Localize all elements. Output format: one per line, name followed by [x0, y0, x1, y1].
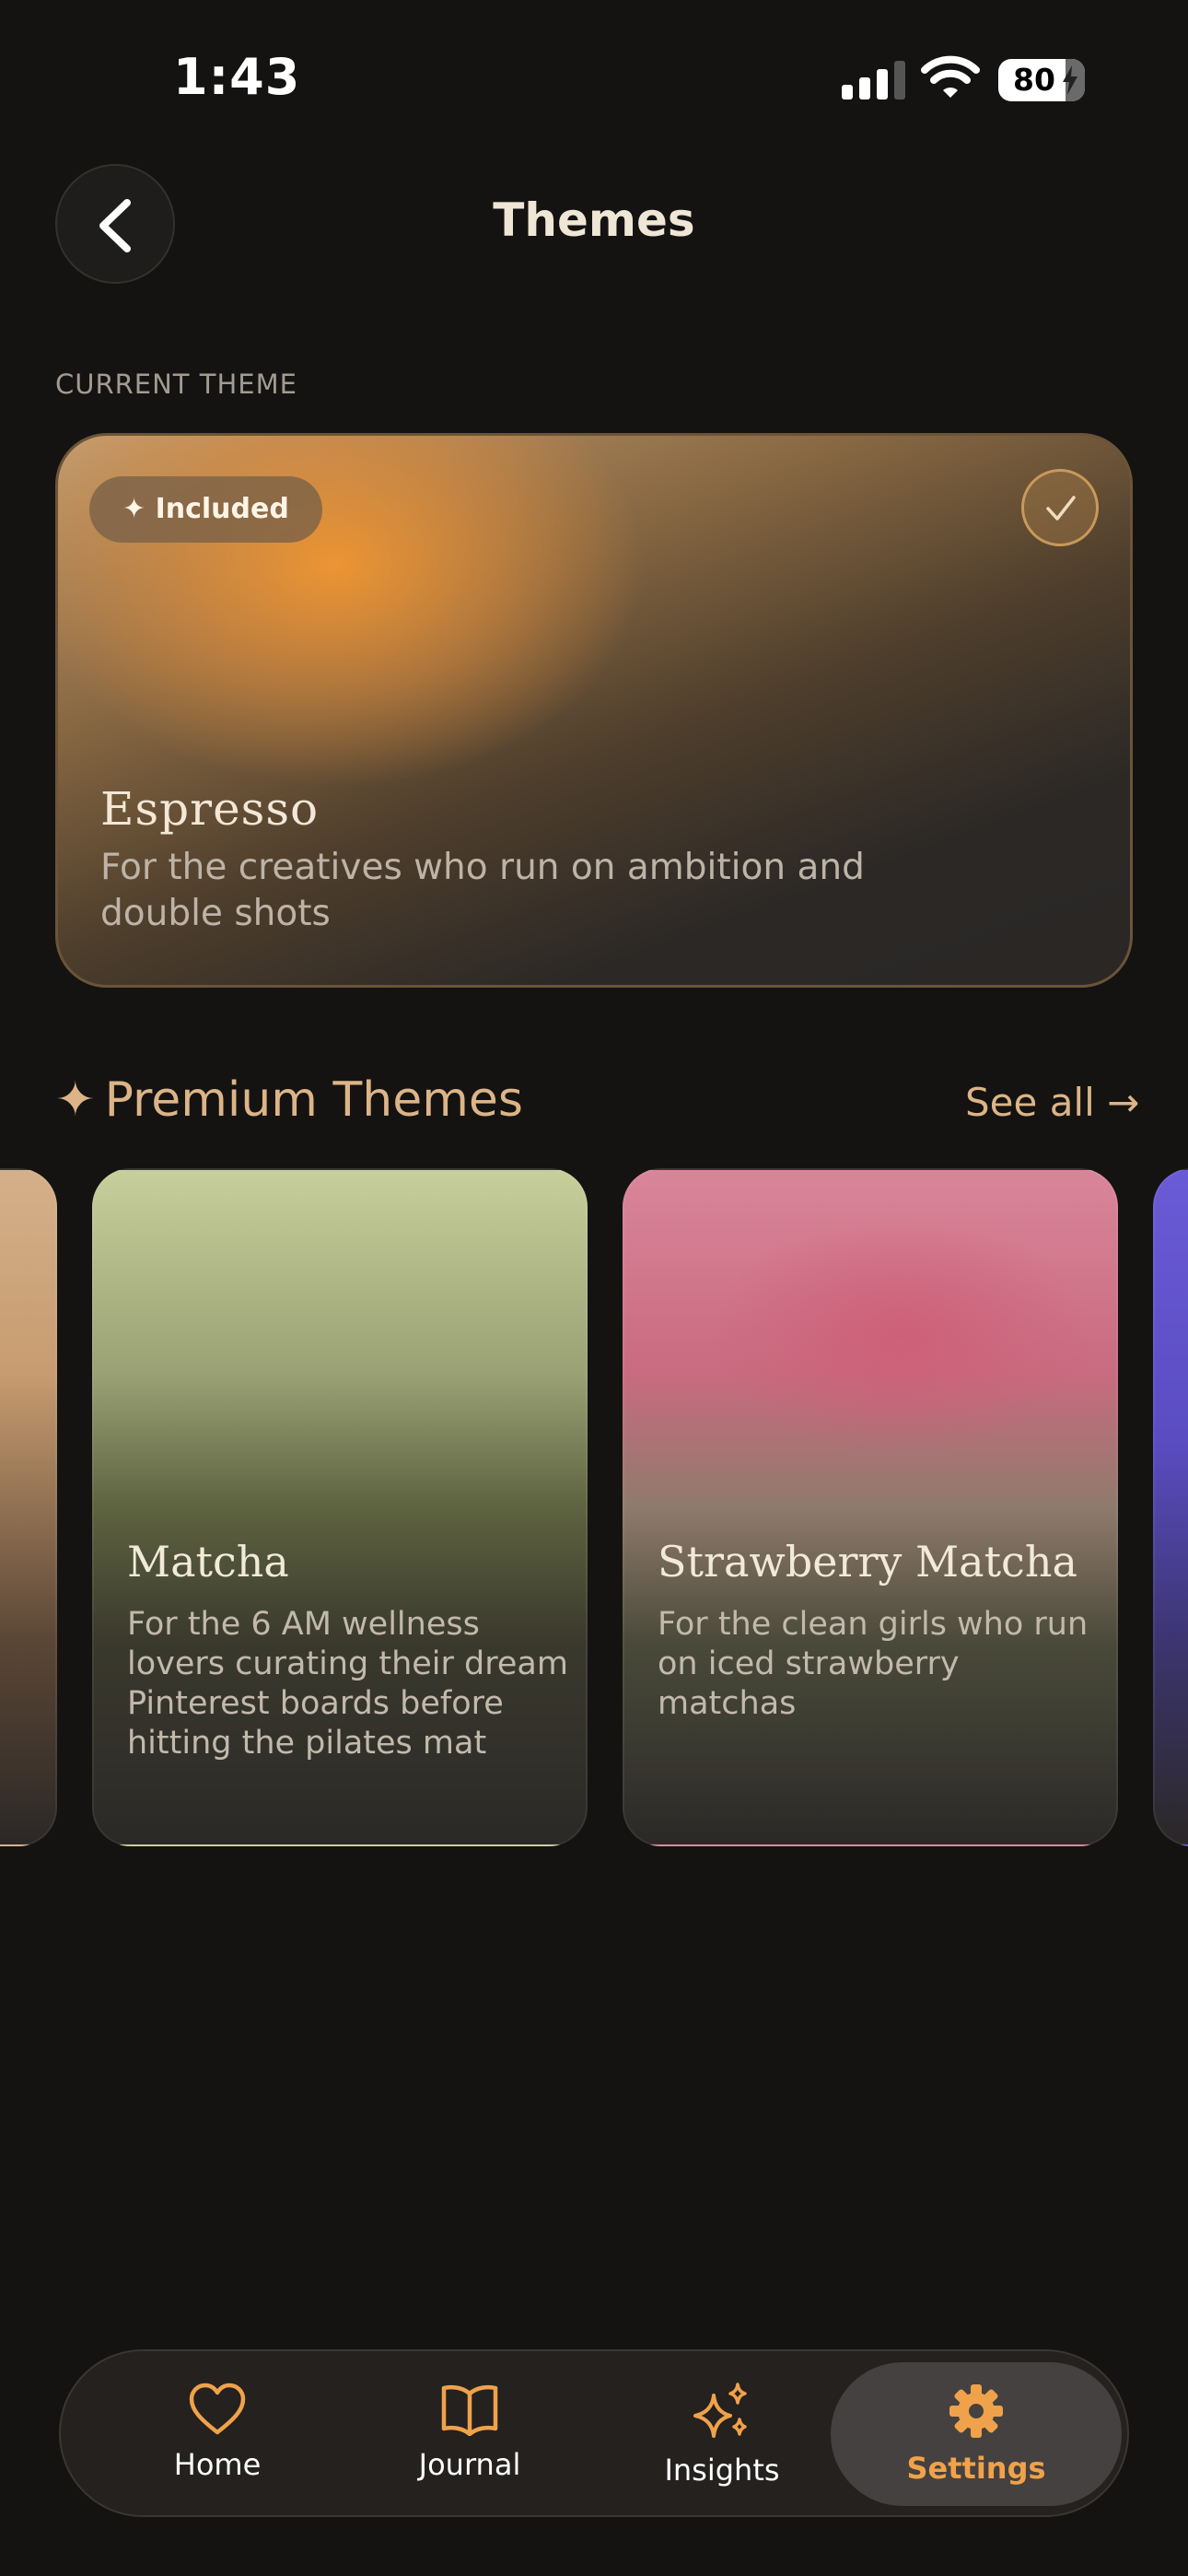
status-time: 1:43 — [173, 48, 301, 106]
tab-label: Home — [173, 2447, 262, 2482]
tab-bar: Home Journal Insights Settings — [59, 2349, 1129, 2517]
current-theme-label: CURRENT THEME — [55, 369, 297, 400]
tab-home[interactable]: Home — [88, 2362, 346, 2506]
theme-card-partial-left[interactable] — [0, 1168, 57, 1846]
premium-themes-title: Premium Themes — [104, 1072, 523, 1128]
gear-icon — [949, 2384, 1003, 2438]
tab-settings[interactable]: Settings — [831, 2362, 1122, 2506]
theme-description: For the creatives who run on ambition an… — [100, 847, 865, 934]
charging-bolt-icon — [1063, 65, 1077, 95]
sparkle-icon: ✦ — [55, 1072, 96, 1128]
theme-card-partial-right[interactable] — [1153, 1168, 1188, 1846]
checkmark-icon — [1046, 496, 1076, 521]
theme-card-matcha[interactable]: Matcha For the 6 AM wellness lovers cura… — [92, 1168, 588, 1846]
tab-label: Settings — [906, 2451, 1046, 2486]
theme-card-description: For the 6 AM wellness lovers curating th… — [127, 1606, 568, 1762]
page-title: Themes — [493, 193, 695, 247]
cellular-signal-icon — [842, 61, 905, 100]
book-icon — [441, 2384, 498, 2436]
selected-check — [1021, 469, 1099, 546]
battery-indicator: 80 — [998, 59, 1085, 101]
theme-name: Espresso — [100, 782, 320, 836]
included-badge: ✦ Included — [89, 476, 322, 543]
theme-card-name: Strawberry Matcha — [658, 1537, 1077, 1587]
theme-card-strawberry-matcha[interactable]: Strawberry Matcha For the clean girls wh… — [623, 1168, 1118, 1846]
theme-card-description: For the clean girls who run on iced stra… — [658, 1606, 1089, 1722]
heart-icon — [189, 2383, 246, 2435]
tab-insights[interactable]: Insights — [593, 2362, 851, 2506]
premium-themes-heading: ✦ Premium Themes — [55, 1072, 523, 1128]
current-theme-card[interactable]: ✦ Included Espresso For the creatives wh… — [55, 433, 1133, 988]
tab-label: Journal — [418, 2447, 521, 2482]
sparkles-icon — [693, 2383, 747, 2438]
tab-journal[interactable]: Journal — [341, 2362, 599, 2506]
see-all-link[interactable]: See all → — [965, 1080, 1139, 1125]
wifi-icon — [921, 55, 980, 98]
theme-card-name: Matcha — [127, 1537, 289, 1587]
tab-label: Insights — [664, 2453, 780, 2488]
battery-level: 80 — [1013, 62, 1055, 98]
